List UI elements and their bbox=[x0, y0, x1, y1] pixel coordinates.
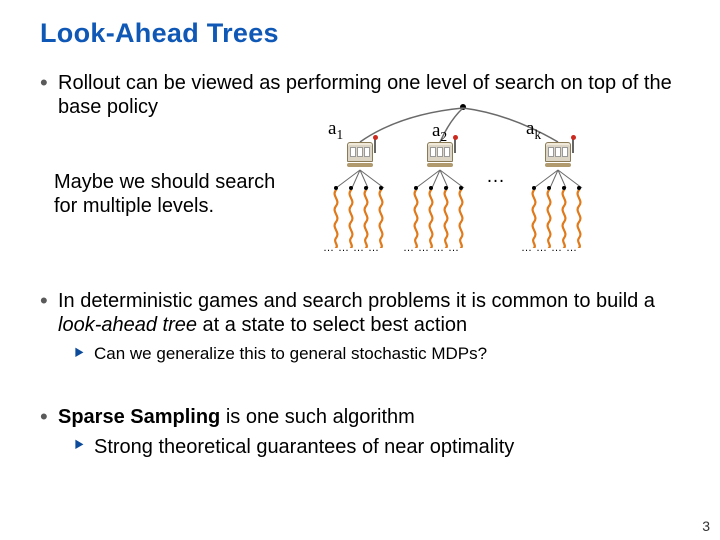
rollout-squiggle: … bbox=[374, 188, 388, 250]
subbullet-3-text: Strong theoretical guarantees of near op… bbox=[94, 435, 514, 459]
rollout-squiggle: … bbox=[542, 188, 556, 250]
subbullet-2: ⯈ Can we generalize this to general stoc… bbox=[72, 343, 688, 365]
sub-marker-icon: ⯈ bbox=[72, 435, 94, 457]
rollout-group-3: … … … … bbox=[527, 188, 586, 250]
rollout-squiggle: … bbox=[329, 188, 343, 250]
action-label-ak: ak bbox=[526, 118, 541, 143]
rollout-squiggle: … bbox=[527, 188, 541, 250]
bullet-2-text: In deterministic games and search proble… bbox=[58, 289, 678, 337]
bullet-marker: • bbox=[40, 71, 58, 95]
bullet-3-text: Sparse Sampling is one such algorithm bbox=[58, 405, 415, 429]
rollout-squiggle: … bbox=[439, 188, 453, 250]
bullet-marker: • bbox=[40, 405, 58, 429]
rollout-squiggle: … bbox=[557, 188, 571, 250]
bullet-marker: • bbox=[40, 289, 58, 313]
rollout-squiggle: … bbox=[344, 188, 358, 250]
rollout-squiggle: … bbox=[454, 188, 468, 250]
rollout-squiggle: … bbox=[359, 188, 373, 250]
slot-machine-icon bbox=[545, 142, 571, 168]
rollout-squiggle: … bbox=[572, 188, 586, 250]
slot-machine-icon bbox=[347, 142, 373, 168]
subbullet-3: ⯈ Strong theoretical guarantees of near … bbox=[72, 435, 688, 459]
sub-marker-icon: ⯈ bbox=[72, 343, 94, 365]
subbullet-2-text: Can we generalize this to general stocha… bbox=[94, 343, 487, 364]
slide-title: Look-Ahead Trees bbox=[40, 18, 688, 49]
page-number: 3 bbox=[702, 518, 710, 534]
tree-branch-ellipsis: … bbox=[486, 166, 507, 188]
rollout-squiggle: … bbox=[424, 188, 438, 250]
side-note: Maybe we should search for multiple leve… bbox=[54, 170, 284, 218]
rollout-group-2: … … … … bbox=[409, 188, 468, 250]
rollout-group-1: … … … … bbox=[329, 188, 388, 250]
rollout-squiggle: … bbox=[409, 188, 423, 250]
bullet-3: • Sparse Sampling is one such algorithm bbox=[40, 405, 688, 429]
slot-machine-icon bbox=[427, 142, 453, 168]
lookahead-tree-diagram: a1 a2 ak … … … … … … … … … bbox=[310, 100, 650, 270]
action-label-a1: a1 bbox=[328, 118, 343, 143]
bullet-2: • In deterministic games and search prob… bbox=[40, 289, 688, 337]
